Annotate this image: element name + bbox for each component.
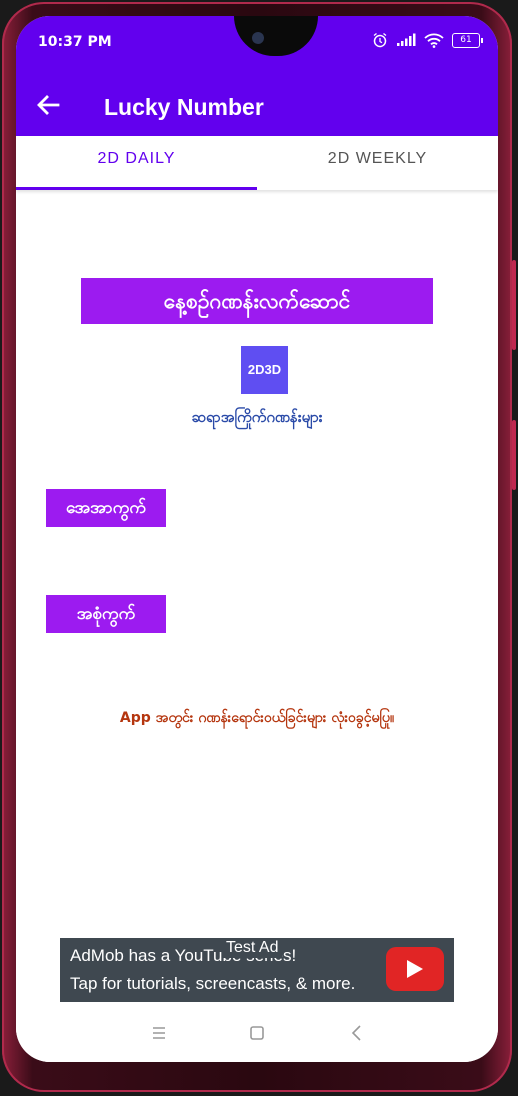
front-camera bbox=[252, 32, 264, 44]
status-bar: 10:37 PM 61 bbox=[16, 16, 498, 72]
volume-button bbox=[512, 420, 516, 490]
test-ad-label: Test Ad bbox=[222, 938, 283, 958]
recent-apps-icon[interactable] bbox=[148, 1022, 170, 1044]
tab-2d-weekly[interactable]: 2D WEEKLY bbox=[257, 136, 498, 190]
phone-screen: 10:37 PM 61 Lucky Number 2D DAILY 2D WEE… bbox=[16, 16, 498, 1062]
notice-text: App အတွင်း ဂဏန်းရောင်းဝယ်ခြင်းများ လုံးဝ… bbox=[119, 710, 395, 726]
evening-button[interactable]: အစုံကွက် bbox=[46, 595, 166, 633]
power-button bbox=[512, 260, 516, 350]
status-icons: 61 bbox=[372, 32, 483, 48]
alarm-icon bbox=[373, 32, 387, 48]
tab-bar: 2D DAILY 2D WEEKLY bbox=[16, 136, 498, 190]
back-button[interactable] bbox=[32, 90, 66, 120]
morning-button[interactable]: အေအာကွက် bbox=[46, 489, 166, 527]
app-logo: 2D3D bbox=[241, 346, 288, 394]
tab-indicator bbox=[16, 187, 257, 190]
ad-banner[interactable]: AdMob has a YouTube series! Tap for tuto… bbox=[60, 938, 454, 1002]
app-bar: Lucky Number bbox=[16, 72, 498, 136]
back-icon[interactable] bbox=[346, 1022, 368, 1044]
subtitle: ဆရာအကြိုက်ဂဏန်းများ bbox=[191, 408, 323, 426]
signal-icon bbox=[397, 33, 416, 46]
status-time: 10:37 PM bbox=[38, 34, 112, 50]
system-nav-bar bbox=[16, 1002, 498, 1062]
ad-line-2: Tap for tutorials, screencasts, & more. bbox=[70, 974, 356, 993]
home-icon[interactable] bbox=[246, 1022, 268, 1044]
battery-icon: 61 bbox=[452, 32, 483, 48]
page-title: Lucky Number bbox=[104, 94, 264, 120]
tab-2d-daily[interactable]: 2D DAILY bbox=[16, 136, 257, 190]
banner-title: နေ့စဉ်ဂဏန်းလက်ဆောင် bbox=[81, 278, 433, 324]
back-arrow-icon bbox=[37, 95, 60, 115]
camera-notch bbox=[234, 16, 318, 56]
youtube-play-icon bbox=[386, 947, 444, 991]
wifi-icon bbox=[424, 33, 444, 48]
